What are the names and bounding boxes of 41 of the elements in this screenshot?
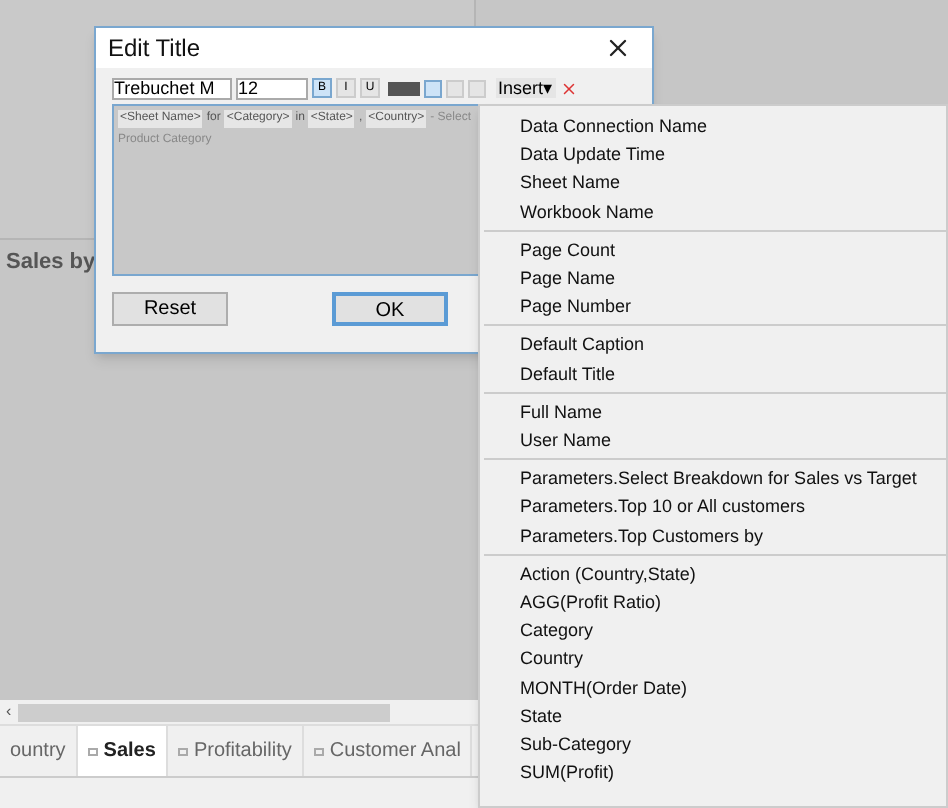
menu-item[interactable]: Action (Country,State) <box>520 559 696 589</box>
menu-item[interactable]: Country <box>520 644 584 674</box>
align-button[interactable] <box>424 79 442 97</box>
menu-item[interactable]: AGG(Profit Ratio) <box>520 588 662 617</box>
menu-item[interactable]: Category <box>520 616 594 645</box>
menu-item[interactable]: Workbook Name <box>520 197 654 226</box>
menu-item[interactable]: Full Name <box>520 397 603 427</box>
sheet-icon <box>177 747 188 755</box>
scroll-left-icon[interactable]: ‹ <box>0 700 18 724</box>
sheet-icon <box>87 747 98 755</box>
sheet-icon <box>313 747 324 755</box>
menu-item[interactable]: Sheet Name <box>520 168 621 198</box>
insert-button[interactable]: Insert▾ <box>496 78 556 98</box>
menu-item[interactable]: Default Title <box>520 359 616 388</box>
dialog-title: Edit Title <box>108 32 201 66</box>
menu-item[interactable]: Page Number <box>520 292 632 321</box>
align-button[interactable] <box>446 79 464 97</box>
menu-item[interactable]: State <box>520 701 563 731</box>
align-button[interactable] <box>468 79 486 97</box>
menu-item[interactable]: Parameters.Select Breakdown for Sales vs Target <box>520 464 917 493</box>
menu-item[interactable]: Page Name <box>520 264 616 293</box>
menu-item[interactable]: Default Caption <box>520 330 645 360</box>
worksheet-title: Sales by <box>4 248 96 278</box>
menu-item[interactable]: Parameters.Top 10 or All customers <box>520 492 806 522</box>
clear-icon[interactable] <box>559 79 578 97</box>
menu-item[interactable]: Data Connection Name <box>520 112 708 141</box>
menu-item[interactable]: Page Count <box>520 235 616 265</box>
sheet-tab[interactable]: Sales <box>77 726 168 776</box>
menu-item[interactable]: MONTH(Order Date) <box>520 673 688 702</box>
scrollbar-thumb[interactable] <box>17 703 390 721</box>
menu-item[interactable]: SUM(Profit) <box>520 758 614 787</box>
menu-item[interactable]: Sub-Category <box>520 730 632 759</box>
menu-item[interactable]: Parameters.Top Customers by <box>520 521 764 550</box>
color-picker[interactable] <box>388 81 420 95</box>
dialog-button[interactable]: OK <box>332 292 448 326</box>
menu-item[interactable]: User Name <box>520 426 612 455</box>
font-dropdown[interactable]: Trebuchet M <box>112 77 232 99</box>
close-icon[interactable] <box>604 34 632 62</box>
dialog-button[interactable]: Reset <box>112 292 228 326</box>
size-dropdown[interactable]: 12 <box>236 77 308 99</box>
menu-item[interactable]: Data Update Time <box>520 140 666 169</box>
